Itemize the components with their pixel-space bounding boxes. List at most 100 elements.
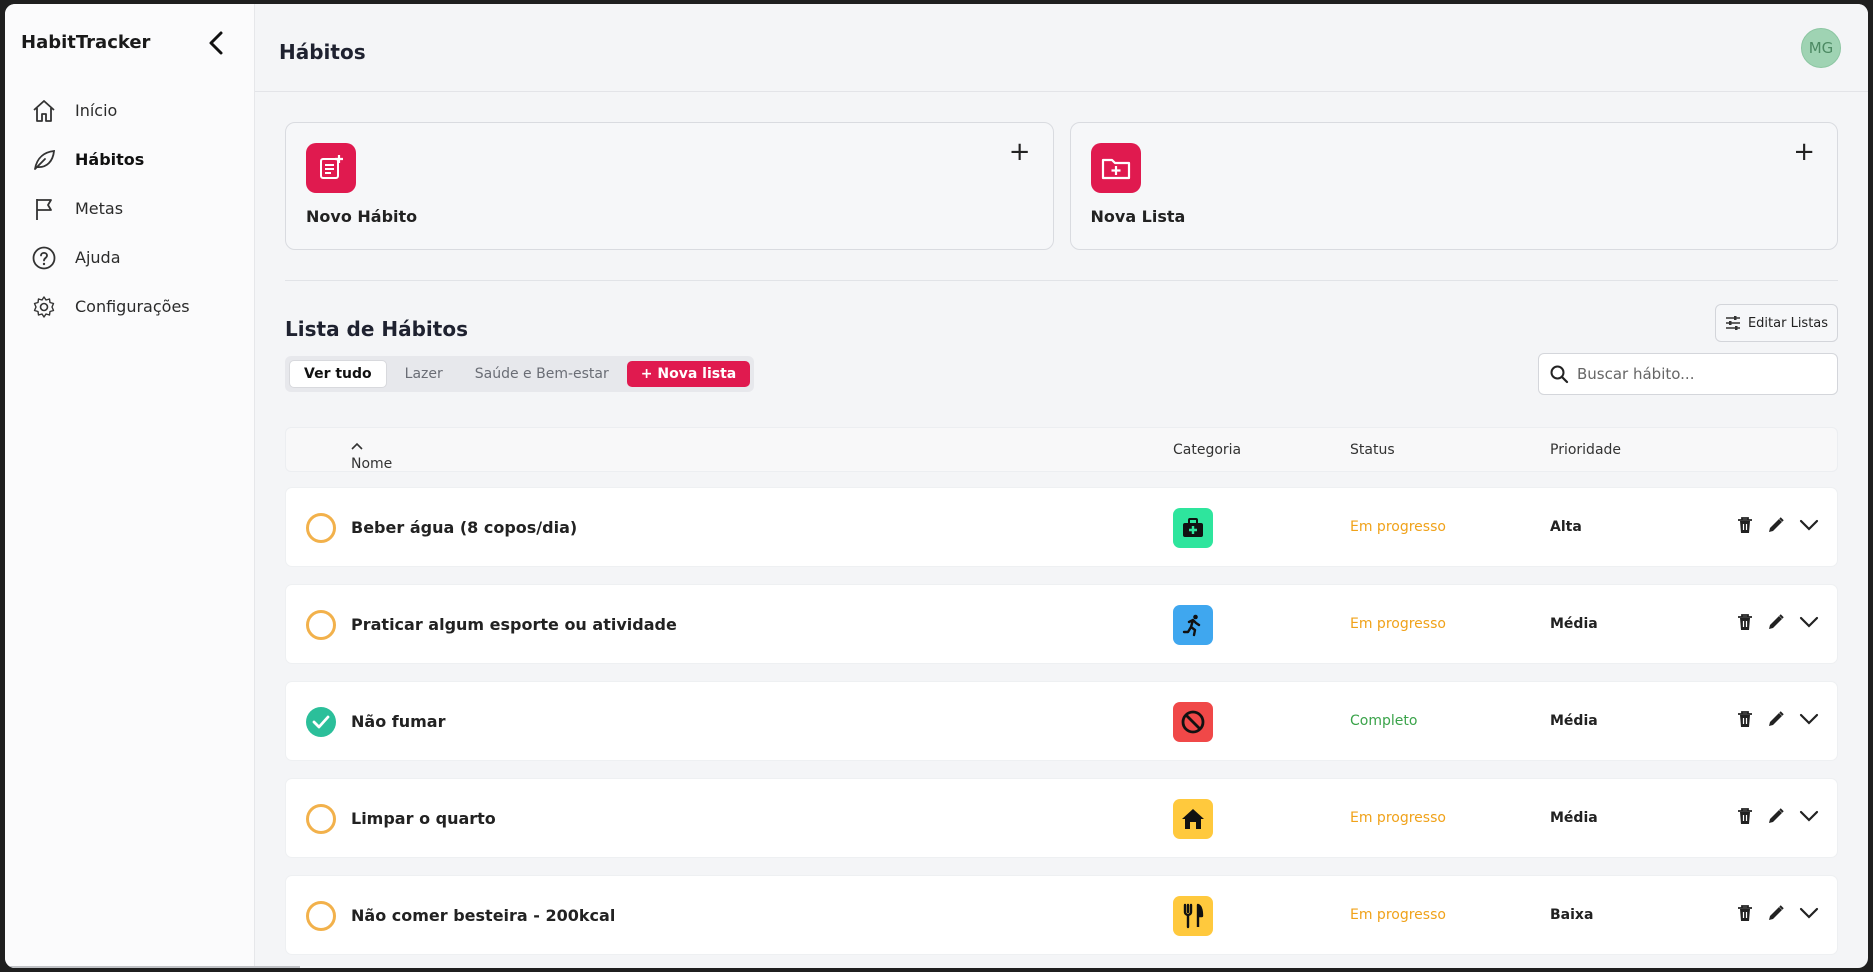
- status-text: Em progresso: [1350, 810, 1446, 826]
- habit-list-title: Lista de Hábitos: [285, 317, 468, 341]
- trash-icon[interactable]: [1737, 516, 1753, 534]
- complete-checkbox[interactable]: [306, 610, 336, 640]
- edit-lists-label: Editar Listas: [1747, 315, 1829, 331]
- tab-lazer[interactable]: Lazer: [391, 361, 457, 387]
- tab-saude-bem-estar[interactable]: Saúde e Bem-estar: [461, 361, 623, 387]
- sidebar-nav: Início Hábitos Metas Ajuda Configurações: [29, 86, 239, 331]
- trash-icon[interactable]: [1737, 807, 1753, 825]
- row-actions: [1737, 516, 1819, 534]
- pencil-icon[interactable]: [1767, 904, 1785, 922]
- search-input[interactable]: [1577, 365, 1827, 383]
- habit-name: Praticar algum esporte ou atividade: [351, 615, 677, 634]
- chevron-down-icon[interactable]: [1799, 810, 1819, 822]
- sidebar-item-label: Início: [75, 101, 118, 120]
- app-brand: HabitTracker: [21, 32, 151, 53]
- sidebar-item-label: Configurações: [75, 297, 190, 316]
- sort-name-header[interactable]: Nome: [351, 442, 392, 472]
- folder-add-icon: [1090, 143, 1141, 193]
- habit-name: Limpar o quarto: [351, 809, 496, 828]
- sliders-icon: [1725, 316, 1740, 330]
- habit-rows: Beber água (8 copos/dia) Em progresso Al…: [285, 487, 1838, 968]
- search-box: [1538, 353, 1838, 395]
- complete-checkbox[interactable]: [306, 901, 336, 931]
- medkit-icon: [1173, 508, 1213, 548]
- gear-icon: [29, 292, 59, 322]
- trash-icon[interactable]: [1737, 613, 1753, 631]
- status-text: Completo: [1350, 713, 1418, 729]
- priority-text: Média: [1550, 713, 1598, 729]
- sidebar-item-label: Ajuda: [75, 248, 121, 267]
- status-text: Em progresso: [1350, 519, 1446, 535]
- complete-checkbox[interactable]: [306, 707, 336, 737]
- new-list-label: Nova Lista: [1090, 207, 1186, 226]
- fork-knife-icon: [1173, 896, 1213, 936]
- chevron-down-icon[interactable]: [1799, 713, 1819, 725]
- pencil-icon[interactable]: [1767, 613, 1785, 631]
- chevron-left-icon: [209, 31, 223, 55]
- column-category-label: Categoria: [1173, 442, 1242, 458]
- search-icon: [1550, 365, 1569, 384]
- sidebar-item-inicio[interactable]: Início: [29, 86, 239, 135]
- chevron-up-icon: [351, 442, 363, 450]
- new-list-tab-button[interactable]: + Nova lista: [626, 361, 751, 387]
- edit-lists-button[interactable]: Editar Listas: [1715, 304, 1838, 342]
- table-row[interactable]: Não fumar Completo Média: [285, 681, 1838, 761]
- sidebar: HabitTracker Início Hábitos Metas Ajuda …: [5, 4, 300, 968]
- new-habit-label: Novo Hábito: [306, 207, 418, 226]
- trash-icon[interactable]: [1737, 904, 1753, 922]
- running-icon: [1173, 605, 1213, 645]
- collapse-sidebar-button[interactable]: [201, 26, 231, 60]
- chevron-down-icon[interactable]: [1799, 519, 1819, 531]
- habit-name: Não fumar: [351, 712, 446, 731]
- complete-checkbox[interactable]: [306, 804, 336, 834]
- sidebar-item-ajuda[interactable]: Ajuda: [29, 233, 239, 282]
- table-row[interactable]: Beber água (8 copos/dia) Em progresso Al…: [285, 487, 1838, 567]
- trash-icon[interactable]: [1737, 710, 1753, 728]
- chevron-down-icon[interactable]: [1799, 907, 1819, 919]
- complete-checkbox[interactable]: [306, 513, 336, 543]
- priority-text: Baixa: [1550, 907, 1594, 923]
- quick-actions: Novo Hábito + Nova Lista +: [285, 122, 1838, 250]
- pencil-icon[interactable]: [1767, 516, 1785, 534]
- list-tabs: Ver tudo Lazer Saúde e Bem-estar + Nova …: [285, 356, 755, 392]
- new-habit-card[interactable]: Novo Hábito +: [285, 122, 1054, 250]
- habit-name: Não comer besteira - 200kcal: [351, 906, 616, 925]
- row-actions: [1737, 710, 1819, 728]
- table-row[interactable]: Praticar algum esporte ou atividade Em p…: [285, 584, 1838, 664]
- checkmark-icon: [312, 715, 330, 729]
- top-bar: Hábitos MG: [255, 4, 1868, 92]
- avatar[interactable]: MG: [1801, 28, 1841, 68]
- new-list-card[interactable]: Nova Lista +: [1069, 122, 1838, 250]
- table-row[interactable]: Limpar o quarto Em progresso Média: [285, 778, 1838, 858]
- priority-text: Alta: [1550, 519, 1582, 535]
- sidebar-item-configuracoes[interactable]: Configurações: [29, 282, 239, 331]
- row-actions: [1737, 613, 1819, 631]
- app-window: HabitTracker Início Hábitos Metas Ajuda …: [5, 4, 1868, 968]
- plus-icon: +: [1793, 137, 1815, 167]
- main-content: Hábitos MG Novo Hábito + Nova Lista + Li…: [255, 4, 1868, 968]
- flag-icon: [29, 194, 59, 224]
- column-status-label: Status: [1350, 442, 1395, 458]
- chevron-down-icon[interactable]: [1799, 616, 1819, 628]
- section-divider: [285, 280, 1838, 281]
- sidebar-item-label: Metas: [75, 199, 124, 218]
- home-icon: [29, 96, 59, 126]
- status-text: Em progresso: [1350, 907, 1446, 923]
- row-actions: [1737, 807, 1819, 825]
- leaf-icon: [29, 145, 59, 175]
- tab-ver-tudo[interactable]: Ver tudo: [289, 360, 387, 388]
- table-header: Nome Categoria Status Prioridade: [285, 427, 1838, 472]
- house-icon: [1173, 799, 1213, 839]
- sidebar-item-habitos[interactable]: Hábitos: [29, 135, 239, 184]
- column-name-label: Nome: [351, 456, 393, 472]
- pencil-icon[interactable]: [1767, 807, 1785, 825]
- note-add-icon: [306, 143, 356, 193]
- page-title: Hábitos: [279, 40, 366, 64]
- help-circle-icon: [29, 243, 59, 273]
- pencil-icon[interactable]: [1767, 710, 1785, 728]
- habit-name: Beber água (8 copos/dia): [351, 518, 578, 537]
- sidebar-item-metas[interactable]: Metas: [29, 184, 239, 233]
- block-icon: [1173, 702, 1213, 742]
- table-row[interactable]: Não comer besteira - 200kcal Em progress…: [285, 875, 1838, 955]
- row-actions: [1737, 904, 1819, 922]
